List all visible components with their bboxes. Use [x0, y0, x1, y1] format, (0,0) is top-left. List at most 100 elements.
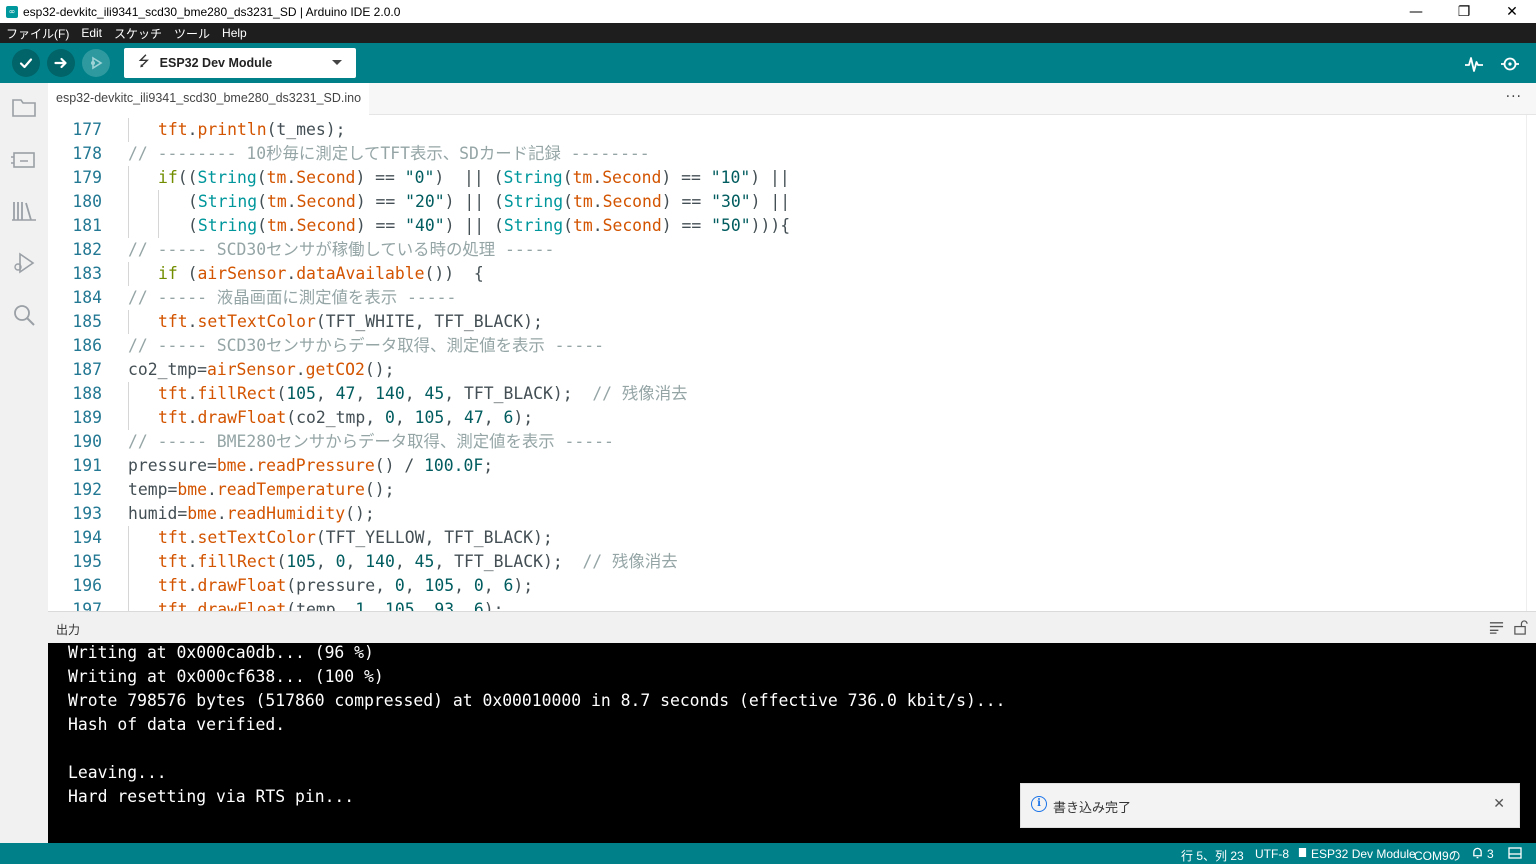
- code-line[interactable]: 191 pressure=bme.readPressure() / 100.0F;: [48, 454, 1526, 478]
- line-number: 186: [72, 336, 102, 355]
- code-token: ,: [315, 552, 336, 571]
- code-line[interactable]: 196 tft.drawFloat(pressure, 0, 105, 0, 6)…: [48, 574, 1526, 598]
- code-token: tm: [572, 216, 593, 235]
- code-token: println: [197, 120, 267, 139]
- line-number: 189: [72, 408, 102, 427]
- file-encoding[interactable]: UTF-8: [1255, 847, 1289, 861]
- search-button[interactable]: [10, 301, 38, 329]
- restore-button[interactable]: ❐: [1440, 0, 1488, 23]
- debug-button[interactable]: [82, 49, 110, 77]
- code-token: ) ||: [750, 168, 790, 187]
- library-manager-button[interactable]: [10, 197, 38, 225]
- minimize-button[interactable]: —: [1392, 0, 1440, 23]
- code-token: ) || (: [444, 216, 504, 235]
- menu-help[interactable]: Help: [216, 26, 253, 40]
- code-line[interactable]: 194 tft.setTextColor(TFT_YELLOW, TFT_BLAC…: [48, 526, 1526, 550]
- code-token: tft: [158, 528, 188, 547]
- code-line[interactable]: 187 co2_tmp=airSensor.getCO2();: [48, 358, 1526, 382]
- line-number: 184: [72, 288, 102, 307]
- line-number: 187: [72, 360, 102, 379]
- code-text: // -------- 10秒毎に測定してTFT表示、SDカード記録 -----…: [128, 142, 650, 166]
- board-icon: [11, 152, 35, 168]
- board-status[interactable]: ESP32 Dev Module: [1311, 847, 1416, 861]
- scroll-lock-button[interactable]: [1512, 619, 1528, 635]
- code-token: Second: [296, 216, 356, 235]
- clear-list-icon: [1489, 621, 1503, 634]
- code-token: (: [563, 216, 573, 235]
- toggle-bottom-panel-button[interactable]: [1508, 847, 1522, 862]
- code-token: (: [177, 264, 198, 283]
- code-text: tft.drawFloat(temp, 1, 105, 93, 6);: [158, 598, 503, 611]
- code-token: // ----- SCD30センサからデータ取得、測定値を表示 -----: [128, 336, 604, 355]
- tab-sketch-file[interactable]: esp32-devkitc_ili9341_scd30_bme280_ds323…: [48, 83, 370, 115]
- code-token: (TFT_WHITE, TFT_BLACK);: [315, 312, 543, 331]
- code-line[interactable]: 182 // ----- SCD30センサが稼働している時の処理 -----: [48, 238, 1526, 262]
- code-line[interactable]: 190 // ----- BME280センサからデータ取得、測定値を表示 ----…: [48, 430, 1526, 454]
- console-line: Leaving...: [68, 763, 167, 782]
- code-token: ) ==: [661, 168, 711, 187]
- code-token: ,: [394, 408, 415, 427]
- upload-complete-notification: i 書き込み完了 ✕: [1020, 783, 1520, 828]
- code-line[interactable]: 197 tft.drawFloat(temp, 1, 105, 93, 6);: [48, 598, 1526, 611]
- cursor-position[interactable]: 行 5、列 23: [1181, 847, 1244, 864]
- code-token: setTextColor: [197, 312, 316, 331]
- code-token: .: [286, 264, 297, 283]
- code-line[interactable]: 184 // ----- 液晶画面に測定値を表示 -----: [48, 286, 1526, 310]
- code-line[interactable]: 186 // ----- SCD30センサからデータ取得、測定値を表示 -----: [48, 334, 1526, 358]
- menu-sketch[interactable]: スケッチ: [108, 25, 168, 42]
- serial-plotter-button[interactable]: [1463, 53, 1485, 75]
- debug-panel-button[interactable]: [10, 249, 38, 277]
- menu-file[interactable]: ファイル(F): [0, 25, 75, 42]
- menu-tools[interactable]: ツール: [168, 25, 216, 42]
- code-token: ) ==: [355, 216, 406, 235]
- code-line[interactable]: 177 tft.println(t_mes);: [48, 118, 1526, 142]
- code-token: ();: [345, 504, 375, 523]
- code-token: ();: [364, 360, 395, 379]
- code-line[interactable]: 178 // -------- 10秒毎に測定してTFT表示、SDカード記録 --…: [48, 142, 1526, 166]
- code-line[interactable]: 179 if((String(tm.Second) == "0") || (Str…: [48, 166, 1526, 190]
- close-button[interactable]: ✕: [1488, 0, 1536, 23]
- code-line[interactable]: 183 if (airSensor.dataAvailable()) {: [48, 262, 1526, 286]
- code-text: temp=bme.readTemperature();: [128, 478, 394, 502]
- sketchbook-button[interactable]: [10, 93, 38, 121]
- code-token: .: [187, 528, 198, 547]
- code-token: ) || (: [434, 168, 504, 187]
- code-token: String: [197, 168, 257, 187]
- code-line[interactable]: 180 (String(tm.Second) == "20") || (Strin…: [48, 190, 1526, 214]
- line-number: 180: [72, 192, 102, 211]
- board-selector[interactable]: ⭍ ESP32 Dev Module: [124, 48, 356, 78]
- code-token: , TFT_BLACK);: [434, 552, 583, 571]
- code-text: tft.setTextColor(TFT_YELLOW, TFT_BLACK);: [158, 526, 553, 550]
- notification-message: 書き込み完了: [1053, 800, 1132, 815]
- code-token: );: [513, 408, 534, 427]
- clear-output-button[interactable]: [1488, 619, 1504, 635]
- code-token: ) ==: [355, 192, 406, 211]
- code-token: 45: [424, 384, 445, 403]
- code-line[interactable]: 189 tft.drawFloat(co2_tmp, 0, 105, 47, 6)…: [48, 406, 1526, 430]
- code-text: tft.drawFloat(pressure, 0, 105, 0, 6);: [158, 574, 533, 598]
- verify-button[interactable]: [12, 49, 40, 77]
- code-line[interactable]: 185 tft.setTextColor(TFT_WHITE, TFT_BLACK…: [48, 310, 1526, 334]
- notification-close-button[interactable]: ✕: [1493, 796, 1505, 812]
- editor-scrollbar[interactable]: [1526, 115, 1536, 611]
- code-line[interactable]: 181 (String(tm.Second) == "40") || (Strin…: [48, 214, 1526, 238]
- code-line[interactable]: 188 tft.fillRect(105, 47, 140, 45, TFT_BL…: [48, 382, 1526, 406]
- port-status[interactable]: COM9の: [1414, 847, 1461, 864]
- notifications-count[interactable]: 3: [1487, 847, 1494, 861]
- code-token: .: [187, 600, 198, 611]
- code-token: (: [563, 192, 573, 211]
- boards-manager-button[interactable]: [10, 145, 38, 173]
- code-editor[interactable]: 177 tft.println(t_mes); 178// -------- 10秒…: [48, 115, 1526, 611]
- notifications-icon[interactable]: [1472, 847, 1483, 862]
- code-line[interactable]: 195 tft.fillRect(105, 0, 140, 45, TFT_BLA…: [48, 550, 1526, 574]
- menu-edit[interactable]: Edit: [75, 26, 108, 40]
- more-actions-button[interactable]: ···: [1506, 89, 1522, 105]
- serial-monitor-button[interactable]: [1499, 53, 1521, 75]
- upload-button[interactable]: [47, 49, 75, 77]
- window-title: esp32-devkitc_ili9341_scd30_bme280_ds323…: [23, 4, 401, 19]
- code-line[interactable]: 192 temp=bme.readTemperature();: [48, 478, 1526, 502]
- code-token: Second: [602, 216, 662, 235]
- code-token: 105: [286, 552, 316, 571]
- code-line[interactable]: 193 humid=bme.readHumidity();: [48, 502, 1526, 526]
- code-text: tft.println(t_mes);: [158, 118, 346, 142]
